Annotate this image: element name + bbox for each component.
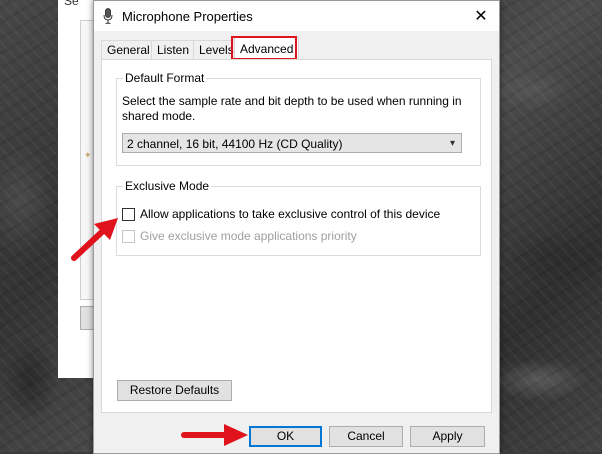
sample-rate-dropdown[interactable]: 2 channel, 16 bit, 44100 Hz (CD Quality)… (122, 133, 462, 153)
tab-listen[interactable]: Listen (151, 40, 196, 60)
apply-button[interactable]: Apply (410, 426, 485, 447)
annotation-arrow-checkbox (71, 218, 118, 261)
default-format-label: Default Format (123, 71, 207, 85)
sample-rate-value: 2 channel, 16 bit, 44100 Hz (CD Quality) (127, 137, 343, 151)
microphone-icon (103, 8, 113, 24)
cancel-button[interactable]: Cancel (329, 426, 403, 447)
ok-button[interactable]: OK (249, 426, 322, 447)
default-format-description: Select the sample rate and bit depth to … (122, 94, 462, 123)
chevron-down-icon: ▾ (449, 138, 455, 149)
restore-defaults-button[interactable]: Restore Defaults (117, 380, 232, 401)
dialog-title: Microphone Properties (122, 9, 253, 24)
exclusive-mode-group: Exclusive Mode Allow applications to tak… (116, 179, 481, 256)
close-icon: ✕ (474, 8, 488, 25)
priority-row: Give exclusive mode applications priorit… (122, 229, 357, 243)
advanced-tab-highlight (231, 36, 297, 60)
tab-general[interactable]: General (101, 40, 156, 60)
advanced-tab-panel: Default Format Select the sample rate an… (101, 59, 492, 413)
default-format-group: Default Format Select the sample rate an… (116, 71, 481, 166)
background-window-title: Se (64, 0, 79, 8)
background-window-glyph: ✦ (84, 150, 92, 160)
exclusive-mode-label: Exclusive Mode (123, 179, 212, 193)
close-button[interactable]: ✕ (463, 1, 499, 31)
priority-label: Give exclusive mode applications priorit… (140, 229, 357, 243)
annotation-arrow-ok (181, 424, 248, 446)
allow-exclusive-row[interactable]: Allow applications to take exclusive con… (122, 207, 440, 221)
title-bar[interactable]: Microphone Properties ✕ (94, 1, 499, 31)
allow-exclusive-label: Allow applications to take exclusive con… (140, 207, 441, 221)
microphone-properties-dialog: Microphone Properties ✕ General Listen L… (93, 0, 500, 454)
